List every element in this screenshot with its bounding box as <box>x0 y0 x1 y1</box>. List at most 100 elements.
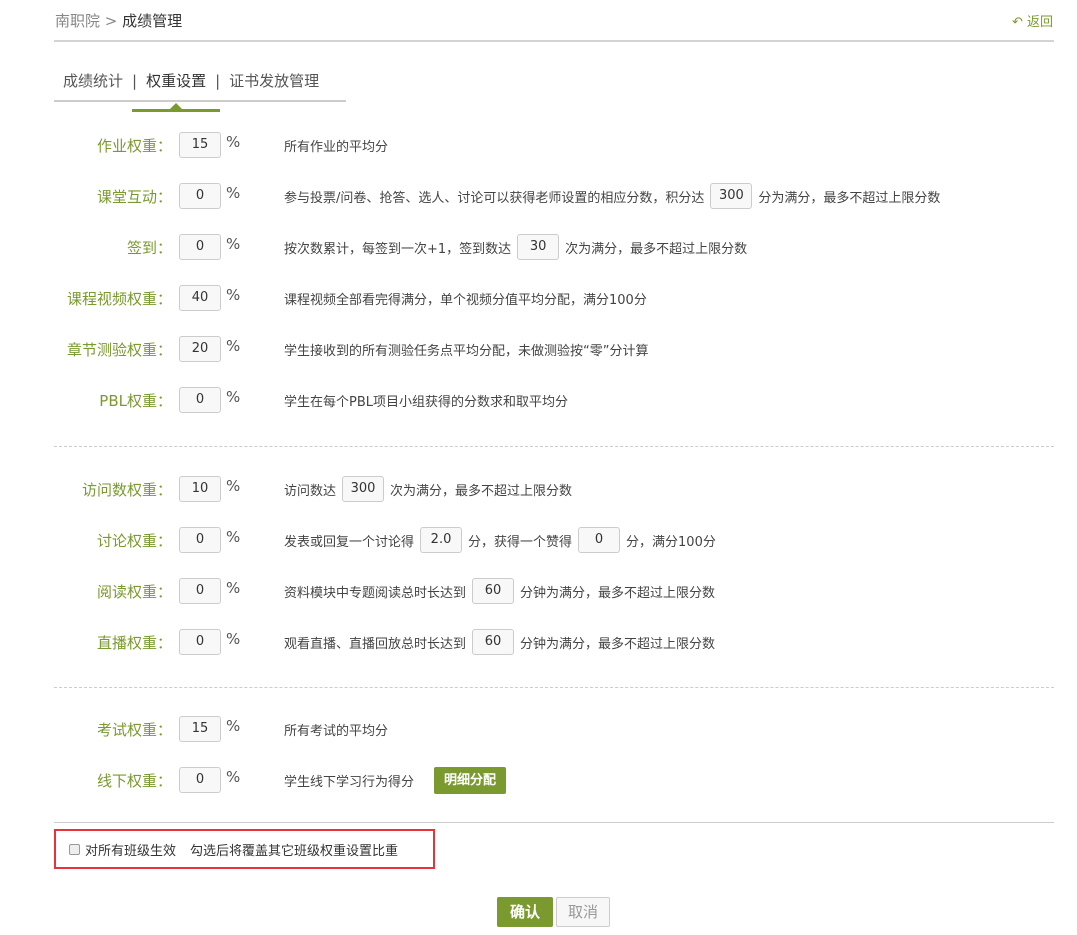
weight-description: 学生线下学习行为得分 <box>284 771 414 790</box>
detail-allocation-button[interactable]: 明细分配 <box>434 766 507 794</box>
threshold-input[interactable]: 0 <box>578 527 621 553</box>
weight-input[interactable]: 10 <box>179 476 221 502</box>
weight-label: 课堂互动： <box>96 187 172 206</box>
weight-description: 学生接收到的所有测验任务点平均分配，未做测验按“零”分计算 <box>284 340 648 359</box>
header-divider <box>54 40 1054 42</box>
weight-row: 章节测验权重： 20% 学生接收到的所有测验任务点平均分配，未做测验按“零”分计算 <box>0 335 1077 363</box>
description-text: 学生接收到的所有测验任务点平均分配，未做测验按“零”分计算 <box>284 343 649 359</box>
tab-certificate[interactable]: 证书发放管理 <box>220 70 328 100</box>
weight-label: 阅读权重： <box>96 582 172 601</box>
weight-row: 签到： 0% 按次数累计，每签到一次+1，签到数达 30 次为满分，最多不超过上限分数 <box>0 233 1077 261</box>
weight-label: 章节测验权重： <box>66 340 172 359</box>
description-text: 资料模块中专题阅读总时长达到 <box>284 585 467 601</box>
threshold-input[interactable]: 2.0 <box>420 527 463 553</box>
weight-row: 讨论权重： 0% 发表或回复一个讨论得 2.0 分，获得一个赞得 0 分，满分100分 <box>0 526 1077 554</box>
cancel-button[interactable]: 取消 <box>556 897 610 927</box>
tab-weight-settings[interactable]: 权重设置 <box>132 70 221 112</box>
back-label: 返回 <box>1026 15 1053 30</box>
footer-divider <box>54 822 1054 823</box>
weight-input[interactable]: 20 <box>179 336 221 362</box>
weight-input[interactable]: 0 <box>179 578 221 604</box>
weight-row: 考试权重： 15% 所有考试的平均分 <box>0 715 1077 743</box>
description-text: 分钟为满分，最多不超过上限分数 <box>520 585 716 601</box>
weight-label: 签到： <box>126 238 172 257</box>
weight-label: 直播权重： <box>96 633 172 652</box>
weight-row: 阅读权重： 0% 资料模块中专题阅读总时长达到 60 分钟为满分，最多不超过上限分数 <box>0 577 1077 605</box>
weight-row: PBL权重： 0% 学生在每个PBL项目小组获得的分数求和取平均分 <box>0 386 1077 414</box>
weight-input[interactable]: 0 <box>179 234 221 260</box>
description-text: 分为满分，最多不超过上限分数 <box>758 190 941 206</box>
description-text: 参与投票/问卷、抢答、选人、讨论可以获得老师设置的相应分数，积分达 <box>284 190 705 206</box>
percent-sign: % <box>226 133 241 151</box>
weight-input[interactable]: 0 <box>179 387 221 413</box>
percent-sign: % <box>226 528 241 546</box>
weight-description: 资料模块中专题阅读总时长达到 60 分钟为满分，最多不超过上限分数 <box>284 578 715 604</box>
weight-input[interactable]: 40 <box>179 285 221 311</box>
breadcrumb-root[interactable]: 南职院 <box>55 12 100 30</box>
weight-label: 作业权重： <box>96 136 172 155</box>
weight-description: 所有作业的平均分 <box>284 136 388 155</box>
description-text: 发表或回复一个讨论得 <box>284 534 415 550</box>
weight-input[interactable]: 0 <box>179 183 221 209</box>
description-text: 学生线下学习行为得分 <box>284 774 415 790</box>
percent-sign: % <box>226 286 241 304</box>
percent-sign: % <box>226 388 241 406</box>
percent-sign: % <box>226 579 241 597</box>
weight-row: 线下权重： 0% 学生线下学习行为得分 明细分配 <box>0 766 1077 794</box>
weight-description: 发表或回复一个讨论得 2.0 分，获得一个赞得 0 分，满分100分 <box>284 527 716 553</box>
description-text: 学生在每个PBL项目小组获得的分数求和取平均分 <box>284 394 569 410</box>
description-text: 分钟为满分，最多不超过上限分数 <box>520 636 716 652</box>
description-text: 课程视频全部看完得满分，单个视频分值平均分配，满分100分 <box>284 292 647 308</box>
description-text: 观看直播、直播回放总时长达到 <box>284 636 467 652</box>
section-divider <box>54 687 1054 688</box>
weight-description: 观看直播、直播回放总时长达到 60 分钟为满分，最多不超过上限分数 <box>284 629 715 655</box>
percent-sign: % <box>226 630 241 648</box>
description-text: 按次数累计，每签到一次+1，签到数达 <box>284 241 512 257</box>
description-text: 分，获得一个赞得 <box>468 534 573 550</box>
weight-row: 直播权重： 0% 观看直播、直播回放总时长达到 60 分钟为满分，最多不超过上限分数 <box>0 628 1077 656</box>
weight-description: 按次数累计，每签到一次+1，签到数达 30 次为满分，最多不超过上限分数 <box>284 234 747 260</box>
apply-all-label[interactable]: 对所有班级生效 <box>85 840 176 859</box>
breadcrumb-current: 成绩管理 <box>122 12 183 30</box>
description-text: 次为满分，最多不超过上限分数 <box>390 483 573 499</box>
percent-sign: % <box>226 717 241 735</box>
threshold-input[interactable]: 60 <box>472 629 515 655</box>
apply-all-classes: 对所有班级生效 勾选后将覆盖其它班级权重设置比重 <box>54 829 435 869</box>
tab-bar: 成绩统计 | 权重设置 | 证书发放管理 <box>54 70 346 112</box>
back-button[interactable]: ↶ 返回 <box>1012 11 1053 30</box>
description-text: 所有作业的平均分 <box>284 139 389 155</box>
weight-label: 讨论权重： <box>96 531 172 550</box>
percent-sign: % <box>226 477 241 495</box>
weight-description: 学生在每个PBL项目小组获得的分数求和取平均分 <box>284 391 568 410</box>
threshold-input[interactable]: 30 <box>517 234 560 260</box>
tab-score-stats[interactable]: 成绩统计 <box>54 70 132 100</box>
threshold-input[interactable]: 300 <box>342 476 385 502</box>
section-divider <box>54 446 1054 447</box>
threshold-input[interactable]: 300 <box>710 183 753 209</box>
weight-input[interactable]: 0 <box>179 767 221 793</box>
breadcrumb-separator: > <box>104 12 118 30</box>
weight-input[interactable]: 15 <box>179 132 221 158</box>
weight-row: 课程视频权重： 40% 课程视频全部看完得满分，单个视频分值平均分配，满分100分 <box>0 284 1077 312</box>
weight-input[interactable]: 0 <box>179 527 221 553</box>
confirm-button[interactable]: 确认 <box>497 897 553 927</box>
description-text: 所有考试的平均分 <box>284 723 389 739</box>
percent-sign: % <box>226 184 241 202</box>
description-text: 分，满分100分 <box>626 534 716 550</box>
weight-label: 访问数权重： <box>81 480 172 499</box>
weight-input[interactable]: 15 <box>179 716 221 742</box>
apply-all-hint: 勾选后将覆盖其它班级权重设置比重 <box>190 843 399 859</box>
weight-label: PBL权重： <box>99 391 172 410</box>
weight-row: 作业权重： 15% 所有作业的平均分 <box>0 131 1077 159</box>
weight-label: 考试权重： <box>96 720 172 739</box>
percent-sign: % <box>226 768 241 786</box>
weight-description: 课程视频全部看完得满分，单个视频分值平均分配，满分100分 <box>284 289 647 308</box>
weight-label: 线下权重： <box>96 771 172 790</box>
weight-row: 访问数权重： 10% 访问数达 300 次为满分，最多不超过上限分数 <box>0 475 1077 503</box>
weight-input[interactable]: 0 <box>179 629 221 655</box>
percent-sign: % <box>226 235 241 253</box>
description-text: 次为满分，最多不超过上限分数 <box>565 241 748 257</box>
apply-all-checkbox[interactable] <box>69 843 80 855</box>
weight-description: 访问数达 300 次为满分，最多不超过上限分数 <box>284 476 572 502</box>
threshold-input[interactable]: 60 <box>472 578 515 604</box>
